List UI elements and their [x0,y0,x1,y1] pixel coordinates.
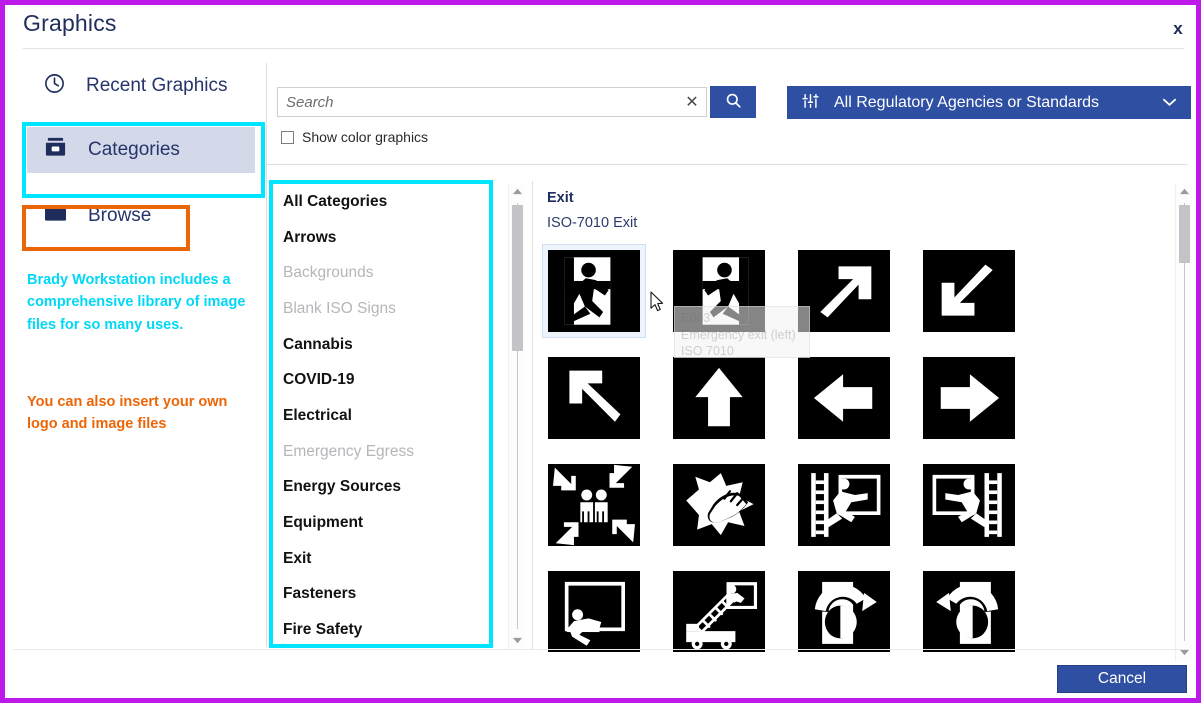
sidebar-item-label: Recent Graphics [86,75,228,97]
close-icon[interactable]: x [1165,15,1191,41]
sidebar-item-label: Browse [88,205,151,227]
graphic-tile-rescue-ladder-truck[interactable] [668,566,770,652]
pictogram [673,571,765,652]
search-input[interactable] [278,88,678,116]
graphics-dialog: Graphics x Recent Graphics Categori [0,0,1201,703]
graphic-tile-escape-ladder-left[interactable] [918,459,1020,551]
annotation-note-orange: You can also insert your own logo and im… [27,391,259,436]
sidebar-item-categories[interactable]: Categories [27,127,255,173]
footer-divider [13,649,1188,650]
graphics-grid [543,245,1164,652]
pictogram [673,250,765,332]
scroll-down-icon[interactable] [509,632,526,649]
pictogram [923,357,1015,439]
sidebar-item-browse[interactable]: Browse [27,193,255,239]
pictogram [923,250,1015,332]
graphic-tile-slide-escape-left[interactable] [918,566,1020,652]
tune-sliders-icon [801,92,820,113]
pictogram [798,464,890,546]
category-item[interactable]: Equipment [273,505,489,541]
category-item[interactable]: Electrical [273,398,489,434]
sidebar-item-recent-graphics[interactable]: Recent Graphics [27,63,255,109]
pictogram [798,571,890,652]
search-button[interactable] [710,86,756,118]
pictogram [923,464,1015,546]
sidebar-divider [266,63,267,647]
box-icon [43,136,68,164]
pictogram [798,357,890,439]
dialog-titlebar: Graphics x [5,5,1196,51]
category-list-scrollbar[interactable] [508,183,525,649]
search-field[interactable]: ✕ [277,87,707,117]
header-divider [23,48,1184,49]
scrollbar-thumb[interactable] [512,205,523,351]
category-item: Backgrounds [273,255,489,291]
category-item[interactable]: Cannabis [273,327,489,363]
graphic-tile-arrow-up[interactable] [668,352,770,444]
category-item[interactable]: Fire Safety [273,612,489,644]
folder-icon [43,203,68,229]
scroll-up-icon[interactable] [509,183,526,200]
scroll-down-icon[interactable] [1176,644,1193,661]
graphic-tile-arrow-left[interactable] [793,352,895,444]
panel-split-divider [532,181,533,649]
graphics-results-pane: Exit ISO-7010 Exit [541,183,1164,652]
category-item[interactable]: Fasteners [273,577,489,613]
clock-icon [43,72,66,100]
dropdown-label: All Regulatory Agencies or Standards [834,94,1148,112]
pictogram [923,571,1015,652]
graphics-grid-scrollbar[interactable] [1175,183,1192,661]
annotation-note-cyan: Brady Workstation includes a comprehensi… [27,269,259,336]
magnifier-icon [725,92,742,112]
graphic-tile-break-glass[interactable] [668,459,770,551]
page-title: Graphics [23,10,117,37]
category-item[interactable]: Exit [273,541,489,577]
sidebar-item-label: Categories [88,139,180,161]
graphic-tile-arrow-diagonal-up-right[interactable] [793,245,895,337]
graphic-tile-emergency-exit-right[interactable] [668,245,770,337]
pictogram [798,250,890,332]
graphic-tile-emergency-exit-left[interactable] [543,245,645,337]
pictogram [548,571,640,652]
category-list[interactable]: All CategoriesArrowsBackgroundsBlank ISO… [273,184,489,644]
graphic-tile-arrow-diagonal-up-left[interactable] [543,352,645,444]
panel-divider [267,164,1188,165]
graphic-tile-arrow-diagonal-down-left[interactable] [918,245,1020,337]
graphic-tile-arrow-right[interactable] [918,352,1020,444]
regulatory-standards-dropdown[interactable]: All Regulatory Agencies or Standards [787,86,1191,119]
checkbox-box[interactable] [281,131,294,144]
scroll-up-icon[interactable] [1176,183,1193,200]
chevron-down-icon [1162,95,1177,110]
category-item[interactable]: Arrows [273,220,489,256]
cancel-button[interactable]: Cancel [1057,665,1187,693]
show-color-graphics-checkbox[interactable]: Show color graphics [281,129,428,145]
scrollbar-track [1184,203,1185,641]
category-item[interactable]: All Categories [273,184,489,220]
clear-search-icon[interactable]: ✕ [678,88,706,116]
graphic-tile-slide-escape-right[interactable] [793,566,895,652]
checkbox-label: Show color graphics [302,129,428,145]
graphics-group-title: Exit [547,190,1164,206]
category-item: Emergency Egress [273,434,489,470]
category-item: Blank ISO Signs [273,291,489,327]
pictogram [673,357,765,439]
category-item[interactable]: COVID-19 [273,362,489,398]
graphic-tile-assembly-point[interactable] [543,459,645,551]
graphics-group-subtitle: ISO-7010 Exit [547,215,1164,231]
scrollbar-thumb[interactable] [1179,205,1190,263]
sidebar: Recent Graphics Categories Browse Brady … [5,51,267,698]
graphic-tile-emergency-window-exit[interactable] [543,566,645,652]
category-item[interactable]: Energy Sources [273,470,489,506]
pictogram [548,357,640,439]
pictogram [673,464,765,546]
graphic-tile-escape-ladder-right[interactable] [793,459,895,551]
pictogram [548,464,640,546]
pictogram [548,250,640,332]
